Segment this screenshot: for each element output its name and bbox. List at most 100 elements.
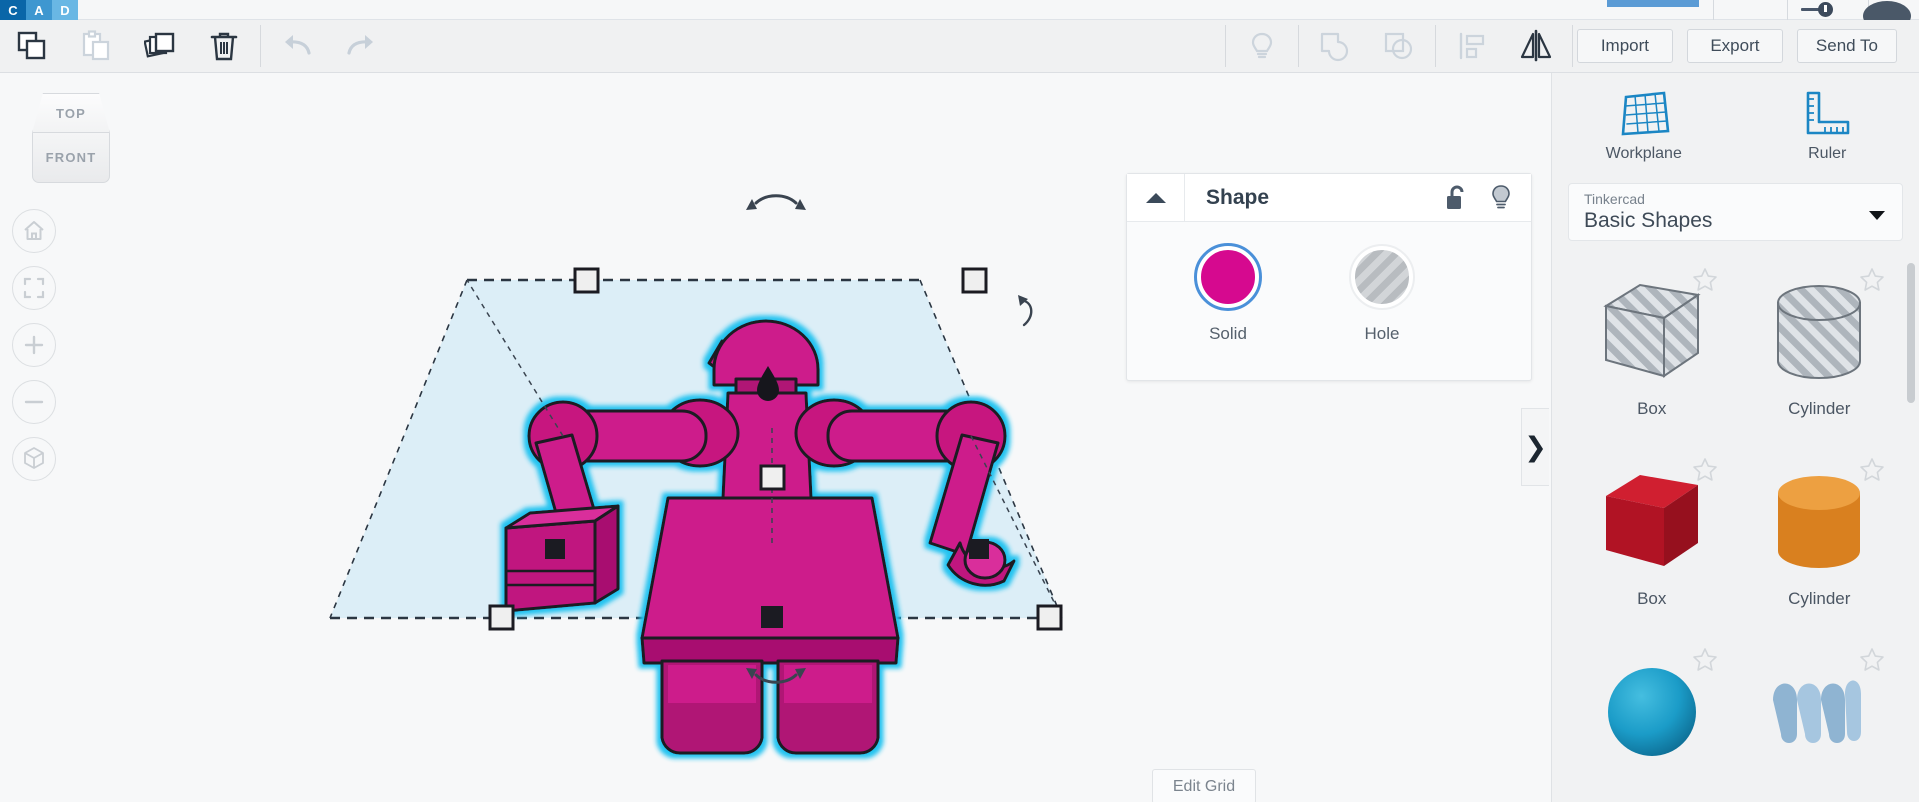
redo-button[interactable]	[329, 20, 393, 73]
shape-box-hole[interactable]: Box	[1568, 261, 1736, 451]
shape-library-grid: Box Cylinder Box Cylinder	[1552, 251, 1919, 802]
resize-handle-bottom-center[interactable]	[761, 606, 783, 628]
undo-arrow-icon	[285, 35, 311, 55]
shape-label: Cylinder	[1788, 589, 1851, 608]
library-owner-label: Tinkercad	[1584, 191, 1645, 207]
ruler-tool[interactable]: Ruler	[1736, 73, 1919, 179]
ungroup-shapes-icon	[1384, 32, 1413, 60]
handle-left-arm[interactable]	[545, 539, 565, 559]
hole-swatch-label: Hole	[1364, 324, 1400, 343]
resize-handle-top-left[interactable]	[573, 267, 600, 294]
sidebar-scrollbar[interactable]	[1907, 263, 1915, 403]
lightbulb-icon	[1251, 32, 1273, 59]
shape-box-red[interactable]: Box	[1568, 451, 1736, 641]
logo-letter-a: A	[26, 0, 52, 20]
delete-button[interactable]	[192, 20, 256, 73]
toolbar-divider	[1434, 25, 1436, 67]
favorite-star-icon[interactable]	[1859, 267, 1885, 292]
toolbar-divider	[1297, 25, 1299, 67]
shapes-sidebar: Workplane Ruler Tinkercad Basic Shapes B…	[1551, 73, 1919, 802]
group-button[interactable]	[1303, 20, 1367, 73]
resize-handle-top-right[interactable]	[961, 267, 988, 294]
favorite-star-icon[interactable]	[1692, 457, 1718, 482]
shape-label: Box	[1637, 589, 1667, 608]
ungroup-button[interactable]	[1367, 20, 1431, 73]
resize-handle-bottom-right[interactable]	[1036, 604, 1063, 631]
cad-app-window: C A D Import Export Send To TOP FRONT Sh…	[0, 0, 1919, 802]
mirror-button[interactable]	[1504, 20, 1568, 73]
send-to-button[interactable]: Send To	[1796, 29, 1897, 63]
align-button[interactable]	[1440, 20, 1504, 73]
shape-panel-header: Shape	[1127, 174, 1531, 222]
shape-label: Box	[1637, 399, 1667, 418]
browser-tab-divider	[1787, 0, 1788, 20]
solid-swatch[interactable]: Solid	[1194, 243, 1262, 344]
shape-row	[1568, 641, 1903, 802]
group-shapes-icon	[1320, 32, 1348, 62]
light-button[interactable]	[1230, 20, 1294, 73]
edit-grid-button[interactable]: Edit Grid	[1152, 769, 1256, 802]
export-button[interactable]: Export	[1686, 29, 1783, 63]
import-button[interactable]: Import	[1576, 29, 1673, 63]
favorite-star-icon[interactable]	[1692, 647, 1718, 672]
solid-swatch-color	[1194, 243, 1262, 311]
rotate-handle-top[interactable]	[754, 194, 798, 205]
shape-panel-title: Shape	[1206, 185, 1270, 209]
duplicate-button[interactable]	[128, 20, 192, 73]
toolbar-divider	[1571, 25, 1573, 67]
panel-collapse-tab[interactable]: ❯	[1521, 408, 1549, 486]
rotate-handle-side[interactable]	[1020, 298, 1033, 327]
main-toolbar: Import Export Send To	[0, 20, 1919, 73]
caret-down-icon	[1869, 211, 1885, 220]
browser-chrome-strip: C A D	[0, 0, 1919, 31]
lightbulb-icon[interactable]	[1489, 184, 1513, 211]
handle-right-arm[interactable]	[969, 539, 989, 559]
workplane-tool[interactable]: Workplane	[1552, 73, 1736, 179]
favorite-star-icon[interactable]	[1692, 267, 1718, 292]
copy-icon	[17, 31, 46, 60]
height-handle-center[interactable]	[759, 464, 786, 491]
shape-cylinder-orange[interactable]: Cylinder	[1736, 451, 1904, 641]
paste-button[interactable]	[64, 20, 128, 73]
copy-button[interactable]	[0, 20, 64, 73]
shape-cylinder-hole[interactable]: Cylinder	[1736, 261, 1904, 451]
resize-handle-bottom-left[interactable]	[488, 604, 515, 631]
paste-icon	[82, 30, 110, 61]
hamburger-icon[interactable]	[1801, 2, 1833, 18]
sidebar-tools: Workplane Ruler	[1552, 73, 1919, 179]
shape-properties-panel: Shape Solid Hole	[1126, 173, 1532, 381]
shape-library-dropdown[interactable]: Tinkercad Basic Shapes	[1568, 183, 1903, 241]
cad-logo: C A D	[0, 0, 78, 20]
padlock-open-icon[interactable]	[1445, 185, 1467, 211]
triangle-up-icon	[1145, 192, 1166, 203]
logo-letter-c: C	[0, 0, 26, 20]
ruler-tool-label: Ruler	[1808, 145, 1847, 162]
mirror-icon	[1520, 29, 1552, 62]
shape-panel-collapse-button[interactable]	[1127, 174, 1185, 221]
shape-sphere-blue[interactable]	[1568, 641, 1736, 802]
redo-arrow-icon	[347, 35, 373, 55]
favorite-star-icon[interactable]	[1859, 457, 1885, 482]
undo-button[interactable]	[265, 20, 329, 73]
align-icon	[1459, 32, 1485, 60]
hole-swatch[interactable]: Hole	[1349, 244, 1415, 344]
library-collection-label: Basic Shapes	[1584, 209, 1713, 232]
ruler-icon	[1806, 91, 1850, 135]
browser-active-tab[interactable]	[1607, 0, 1699, 7]
favorite-star-icon[interactable]	[1859, 647, 1885, 672]
workplane-grid-icon	[1621, 91, 1670, 136]
shape-label: Cylinder	[1788, 399, 1851, 418]
duplicate-icon	[144, 32, 175, 58]
shape-row: Box Cylinder	[1568, 261, 1903, 451]
modeling-viewport[interactable]: TOP FRONT Shape Solid Hole Edit Grid	[0, 73, 1551, 802]
browser-tab-divider	[1713, 0, 1714, 20]
toolbar-divider	[260, 25, 261, 67]
hole-swatch-color	[1349, 244, 1415, 310]
trash-icon	[210, 32, 238, 61]
workplane-tool-label: Workplane	[1605, 145, 1682, 162]
shape-scribble-blue[interactable]	[1736, 641, 1904, 802]
toolbar-divider	[1224, 25, 1226, 67]
solid-swatch-label: Solid	[1209, 324, 1247, 343]
shape-row: Box Cylinder	[1568, 451, 1903, 641]
logo-letter-d: D	[52, 0, 78, 20]
